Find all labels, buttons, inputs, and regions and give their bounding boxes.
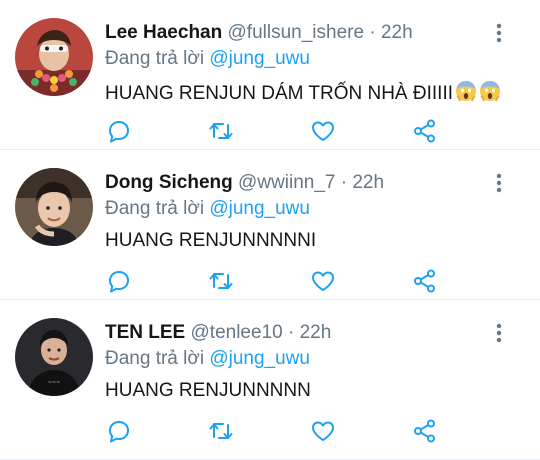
like-icon[interactable] bbox=[310, 118, 336, 144]
tweet-text: HUANG RENJUNNNNNI bbox=[105, 230, 316, 252]
share-icon[interactable] bbox=[412, 418, 438, 444]
reply-icon[interactable] bbox=[106, 268, 132, 294]
svg-text:~~~: ~~~ bbox=[48, 380, 61, 386]
tweet-body: HUANG RENJUNNNNNI bbox=[105, 230, 317, 251]
reply-prefix: Đang trả lời bbox=[105, 198, 210, 219]
face-screaming-icon bbox=[479, 80, 501, 108]
replying-to: Đang trả lời @jung_uwu bbox=[105, 198, 310, 220]
tweet-actions bbox=[100, 418, 450, 444]
tweet-body: HUANG RENJUN DÁM TRỐN NHÀ ĐIIIII bbox=[105, 83, 454, 104]
timestamp[interactable]: 22h bbox=[352, 172, 384, 193]
tweet-actions bbox=[100, 268, 450, 294]
tweet-feed: Lee Haechan @fullsun_ishere · 22h Đang t… bbox=[0, 0, 540, 460]
face-screaming-icon bbox=[455, 80, 477, 108]
tweet-item[interactable]: Lee Haechan @fullsun_ishere · 22h Đang t… bbox=[0, 0, 540, 150]
tweet-header: TEN LEE @tenlee10 · 22h bbox=[105, 322, 331, 344]
avatar[interactable] bbox=[15, 18, 93, 96]
display-name[interactable]: Dong Sicheng bbox=[105, 172, 233, 193]
tweet-header: Dong Sicheng @wwiinn_7 · 22h bbox=[105, 172, 384, 194]
more-options-icon[interactable] bbox=[488, 322, 510, 344]
tweet-item[interactable]: Dong Sicheng @wwiinn_7 · 22h Đang trả lờ… bbox=[0, 150, 540, 300]
timestamp[interactable]: 22h bbox=[300, 322, 332, 343]
user-handle[interactable]: @tenlee10 bbox=[191, 322, 283, 343]
mention-link[interactable]: @jung_uwu bbox=[209, 348, 310, 369]
display-name[interactable]: TEN LEE bbox=[105, 322, 185, 343]
retweet-icon[interactable] bbox=[208, 418, 234, 444]
timestamp[interactable]: 22h bbox=[381, 22, 413, 43]
tweet-body: HUANG RENJUNNNNN bbox=[105, 380, 311, 401]
tweet-text: HUANG RENJUNNNNN bbox=[105, 380, 311, 402]
share-icon[interactable] bbox=[412, 118, 438, 144]
retweet-icon[interactable] bbox=[208, 268, 234, 294]
mention-link[interactable]: @jung_uwu bbox=[209, 48, 310, 69]
tweet-text: HUANG RENJUN DÁM TRỐN NHÀ ĐIIIII bbox=[105, 80, 501, 108]
like-icon[interactable] bbox=[310, 268, 336, 294]
tweet-actions bbox=[100, 118, 450, 144]
user-handle[interactable]: @fullsun_ishere bbox=[228, 22, 365, 43]
tweet-header: Lee Haechan @fullsun_ishere · 22h bbox=[105, 22, 413, 44]
separator: · bbox=[288, 322, 295, 343]
reply-prefix: Đang trả lời bbox=[105, 348, 210, 369]
more-options-icon[interactable] bbox=[488, 22, 510, 44]
reply-icon[interactable] bbox=[106, 418, 132, 444]
avatar[interactable] bbox=[15, 168, 93, 246]
reply-icon[interactable] bbox=[106, 118, 132, 144]
separator: · bbox=[340, 172, 348, 193]
share-icon[interactable] bbox=[412, 268, 438, 294]
avatar[interactable]: ~~~ bbox=[15, 318, 93, 396]
retweet-icon[interactable] bbox=[208, 118, 234, 144]
tweet-item[interactable]: ~~~ TEN LEE @tenlee10 · 22h Đang trả lời… bbox=[0, 300, 540, 460]
replying-to: Đang trả lời @jung_uwu bbox=[105, 48, 310, 70]
separator: · bbox=[369, 22, 376, 43]
like-icon[interactable] bbox=[310, 418, 336, 444]
more-options-icon[interactable] bbox=[488, 172, 510, 194]
user-handle[interactable]: @wwiinn_7 bbox=[238, 172, 335, 193]
reply-prefix: Đang trả lời bbox=[105, 48, 210, 69]
replying-to: Đang trả lời @jung_uwu bbox=[105, 348, 310, 370]
display-name[interactable]: Lee Haechan bbox=[105, 22, 222, 43]
mention-link[interactable]: @jung_uwu bbox=[209, 198, 310, 219]
